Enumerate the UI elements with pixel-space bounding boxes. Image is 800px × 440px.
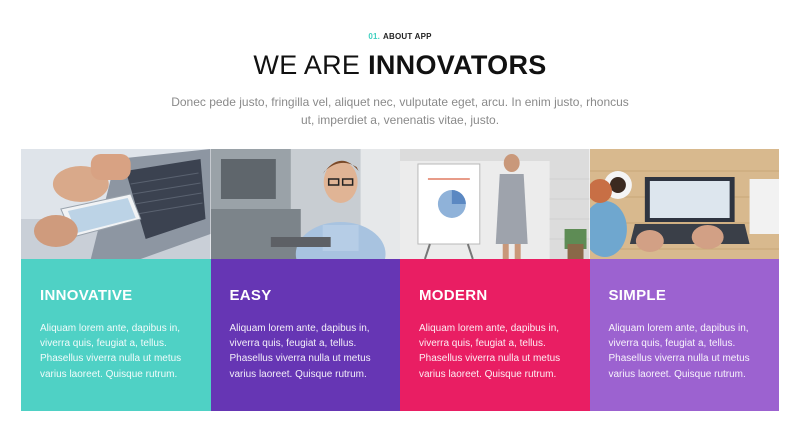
feature-card-text: Aliquam lorem ante, dapibus in, viverra … (419, 323, 561, 380)
feature-card-title: SIMPLE (608, 287, 667, 304)
man-at-desk-photo (210, 149, 400, 259)
feature-card-text: Aliquam lorem ante, dapibus in, viverra … (608, 323, 750, 380)
feature-card-panel: EASY Aliquam lorem ante, dapibus in, viv… (210, 259, 400, 411)
section-number: 01. (368, 32, 381, 41)
section-label: ABOUT APP (383, 32, 432, 41)
feature-card-panel: SIMPLE Aliquam lorem ante, dapibus in, v… (589, 259, 779, 411)
page-title: WE ARE INNOVATORS (0, 50, 800, 81)
page-title-strong: INNOVATORS (368, 50, 547, 80)
tablet-and-laptop-photo (21, 149, 211, 259)
feature-card-title: MODERN (419, 287, 488, 304)
feature-card-text: Aliquam lorem ante, dapibus in, viverra … (229, 323, 371, 380)
feature-card-innovative: INNOVATIVE Aliquam lorem ante, dapibus i… (21, 149, 211, 411)
page-title-light: WE ARE (253, 50, 361, 80)
laptop-and-coffee-photo (589, 149, 779, 259)
feature-card-panel: INNOVATIVE Aliquam lorem ante, dapibus i… (21, 259, 211, 411)
section-eyebrow: 01. ABOUT APP (0, 32, 800, 41)
presentation-photo (400, 149, 590, 259)
intro-paragraph: Donec pede justo, fringilla vel, aliquet… (171, 95, 629, 127)
feature-card-modern: MODERN Aliquam lorem ante, dapibus in, v… (400, 149, 590, 411)
feature-card-text: Aliquam lorem ante, dapibus in, viverra … (40, 323, 182, 380)
feature-card-panel: MODERN Aliquam lorem ante, dapibus in, v… (400, 259, 590, 411)
feature-card-easy: EASY Aliquam lorem ante, dapibus in, viv… (210, 149, 400, 411)
feature-cards: INNOVATIVE Aliquam lorem ante, dapibus i… (21, 149, 779, 411)
feature-card-title: INNOVATIVE (40, 287, 133, 304)
feature-card-title: EASY (229, 287, 272, 304)
feature-card-simple: SIMPLE Aliquam lorem ante, dapibus in, v… (589, 149, 779, 411)
